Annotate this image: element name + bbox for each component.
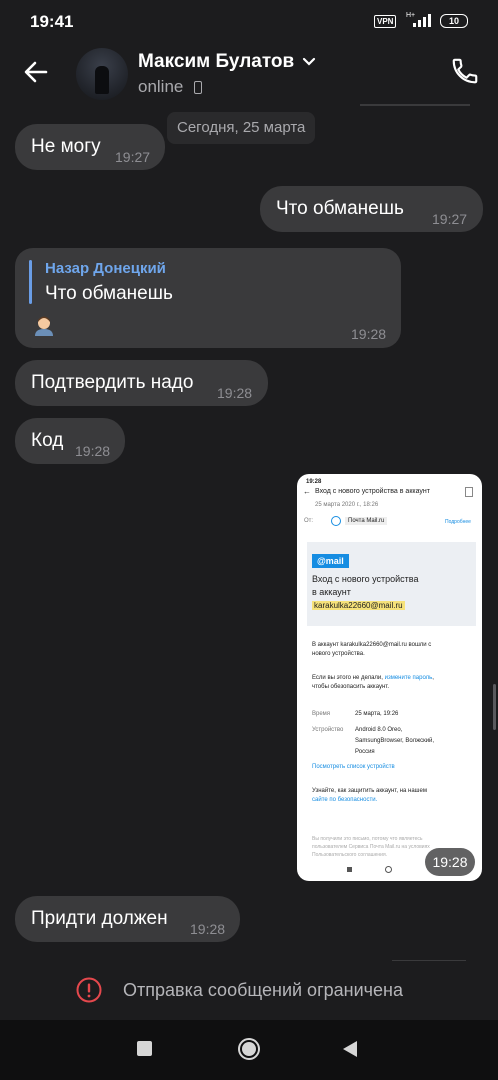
shot-footer-2: пользователем Сервиса Почта Mail.ru на у…: [312, 844, 430, 850]
presence-status: online: [138, 77, 184, 96]
divider: [392, 960, 466, 961]
phone-call-icon[interactable]: [450, 56, 480, 86]
message-text: Код: [31, 430, 64, 451]
reply-text: Что обманешь: [45, 283, 173, 304]
message-time: 19:28: [190, 921, 226, 937]
shot-nav-square-icon: [347, 867, 352, 872]
message-text: Подтвердить надо: [31, 372, 194, 393]
message-bubble[interactable]: Код 19:28: [15, 418, 125, 464]
message-time: 19:28: [75, 443, 111, 459]
shot-para1-1: В аккаунт karakulka22660@mail.ru вошли с: [312, 642, 432, 648]
image-time: 19:28: [425, 848, 475, 876]
restriction-text: Отправка сообщений ограничена: [123, 980, 403, 1000]
shot-details-link: Подробнее: [445, 519, 471, 525]
mobile-device-icon: [194, 81, 202, 94]
status-bar: 19:41 VPN H+ 10: [0, 0, 498, 44]
shot-from-label: От:: [304, 518, 314, 524]
message-time: 19:27: [432, 211, 468, 227]
shot-device-label: Устройство: [312, 727, 344, 733]
shot-para2-1: Если вы этого не делали, измените пароль…: [312, 675, 434, 681]
home-icon[interactable]: [237, 1037, 261, 1061]
contact-name[interactable]: Максим Булатов: [138, 51, 294, 73]
shot-back-icon: ←: [303, 487, 311, 496]
message-time: 19:28: [217, 385, 253, 401]
warning-icon: [76, 977, 102, 1003]
avatar[interactable]: [76, 48, 128, 100]
shot-protect-1: Узнайте, как защитить аккаунт, на нашем: [312, 788, 427, 794]
shot-email: karakulka22660@mail.ru: [312, 601, 405, 610]
shot-headline-2: в аккаунт: [312, 587, 351, 597]
shot-date: 25 марта 2020 г., 18:26: [315, 502, 379, 508]
shot-device-3: Россия: [355, 749, 375, 755]
reply-message-bubble[interactable]: Назар Донецкий Что обманешь 19:28: [15, 248, 401, 348]
shot-device-2: SamsungBrowser, Волжский,: [355, 738, 435, 744]
signal-icon: [413, 14, 431, 27]
shot-bookmark-icon: [465, 487, 473, 497]
shot-device-1: Android 8.0 Oreo,: [355, 727, 403, 733]
shot-devices-link: Посмотреть список устройств: [312, 764, 395, 770]
shot-logo: @mail: [312, 554, 349, 568]
message-bubble[interactable]: Что обманешь 19:27: [260, 186, 483, 232]
scrollbar[interactable]: [493, 684, 496, 730]
message-time: 19:28: [351, 326, 387, 342]
message-bubble[interactable]: Придти должен 19:28: [15, 896, 240, 942]
shot-footer-3: Пользовательского соглашения.: [312, 852, 388, 858]
back-arrow-icon[interactable]: [22, 58, 50, 86]
message-bubble[interactable]: Не могу 19:27: [15, 124, 165, 170]
divider: [360, 104, 470, 106]
shot-time-value: 25 марта, 19:26: [355, 711, 399, 717]
date-separator: Сегодня, 25 марта: [167, 112, 316, 144]
message-text: Придти должен: [31, 908, 168, 929]
shot-headline-1: Вход с нового устройства: [312, 574, 419, 584]
shot-footer-1: Вы получили это письмо, потому что являе…: [312, 836, 423, 842]
image-attachment[interactable]: 19:28 ← Вход с нового устройства в аккау…: [297, 474, 482, 881]
shot-sender: Почта Mail.ru: [345, 517, 388, 525]
shot-sender-avatar: [331, 516, 341, 526]
chevron-down-icon[interactable]: [302, 57, 316, 67]
shot-status-time: 19:28: [306, 479, 322, 485]
shot-protect-link: сайте по безопасности.: [312, 797, 378, 803]
battery-icon: 10: [440, 14, 468, 28]
reply-indicator: [29, 260, 32, 304]
message-text: Что обманешь: [276, 198, 404, 219]
man-technologist-emoji-icon: [35, 316, 53, 336]
reply-author[interactable]: Назар Донецкий: [45, 260, 166, 277]
nav-back-icon[interactable]: [342, 1040, 358, 1058]
shot-para1-2: нового устройства.: [312, 651, 365, 657]
shot-nav-home-icon: [385, 866, 392, 873]
message-text: Не могу: [31, 136, 101, 157]
message-bubble[interactable]: Подтвердить надо 19:28: [15, 360, 268, 406]
recent-apps-icon[interactable]: [137, 1041, 152, 1056]
shot-para2-2: чтобы обезопасить аккаунт.: [312, 684, 390, 690]
shot-time-label: Время: [312, 711, 331, 717]
chat-header: Максим Булатов online: [0, 44, 498, 104]
shot-subject: Вход с нового устройства в аккаунт: [315, 488, 430, 495]
status-time: 19:41: [30, 12, 74, 31]
vpn-icon: VPN: [374, 15, 397, 28]
message-time: 19:27: [115, 149, 151, 165]
